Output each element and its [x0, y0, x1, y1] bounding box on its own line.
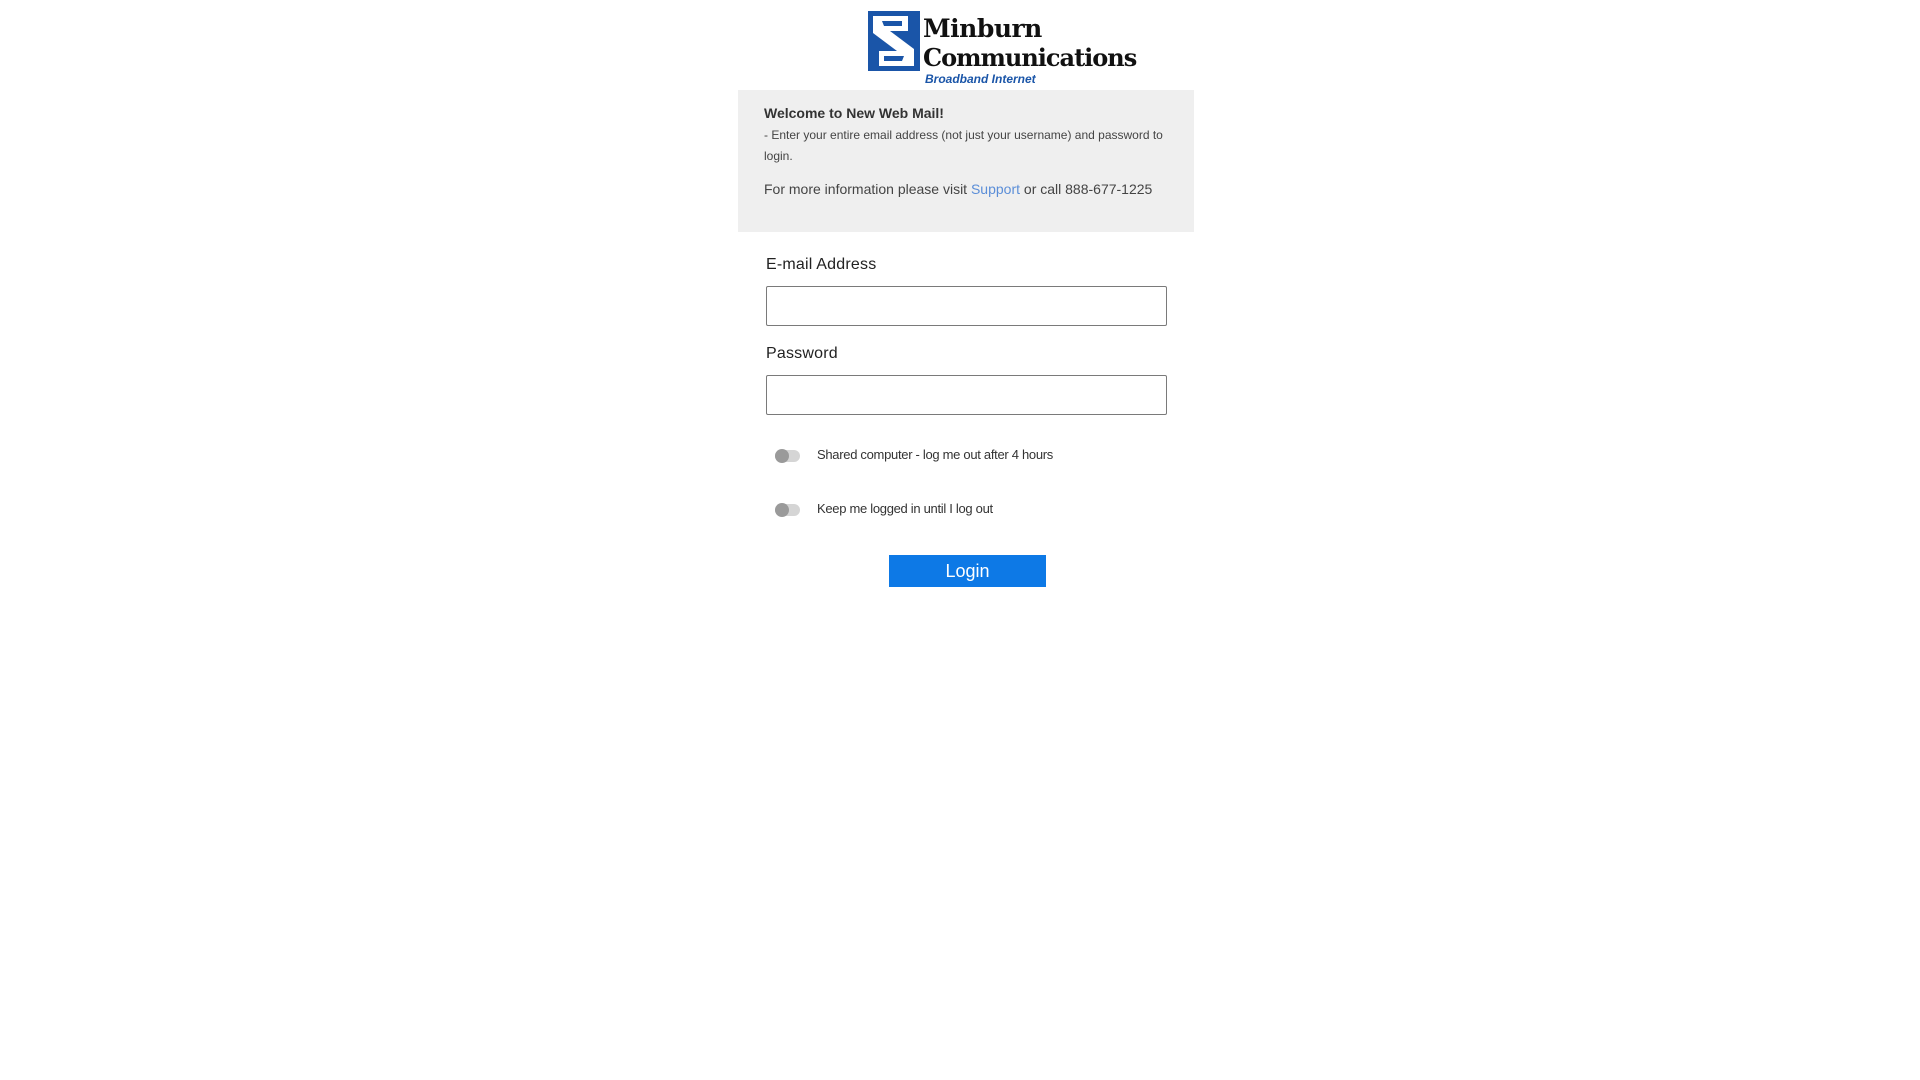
- logo-name-line1: Minburn: [923, 14, 1042, 43]
- support-link[interactable]: Support: [971, 181, 1020, 197]
- login-page: Minburn Communications Broadband Interne…: [0, 0, 1920, 1080]
- email-label: E-mail Address: [766, 256, 877, 273]
- company-logo: Minburn Communications Broadband Interne…: [868, 10, 1137, 88]
- welcome-title: Welcome to New Web Mail!: [764, 105, 944, 121]
- toggle-knob: [775, 503, 789, 517]
- shared-computer-option: Shared computer - log me out after 4 hou…: [775, 446, 1053, 466]
- logo-name-line2: Communications: [923, 43, 1137, 72]
- email-field[interactable]: [766, 286, 1167, 326]
- support-info: For more information please visit Suppor…: [764, 179, 1168, 200]
- shared-computer-toggle[interactable]: [775, 449, 800, 463]
- support-info-prefix: For more information please visit: [764, 181, 971, 197]
- toggle-knob: [775, 449, 789, 463]
- keep-logged-in-option: Keep me logged in until I log out: [775, 500, 993, 520]
- logo-mark-icon: [868, 11, 920, 71]
- info-panel: Welcome to New Web Mail! - Enter your en…: [738, 90, 1194, 232]
- login-button[interactable]: Login: [889, 555, 1046, 587]
- login-instructions: - Enter your entire email address (not j…: [764, 128, 1163, 163]
- keep-logged-in-label: Keep me logged in until I log out: [817, 501, 993, 516]
- shared-computer-label: Shared computer - log me out after 4 hou…: [817, 447, 1053, 462]
- keep-logged-in-toggle[interactable]: [775, 503, 800, 517]
- support-info-suffix: or call 888-677-1225: [1020, 181, 1153, 197]
- password-label: Password: [766, 345, 838, 362]
- logo-tagline: Broadband Internet: [925, 72, 1036, 86]
- password-field[interactable]: [766, 375, 1167, 415]
